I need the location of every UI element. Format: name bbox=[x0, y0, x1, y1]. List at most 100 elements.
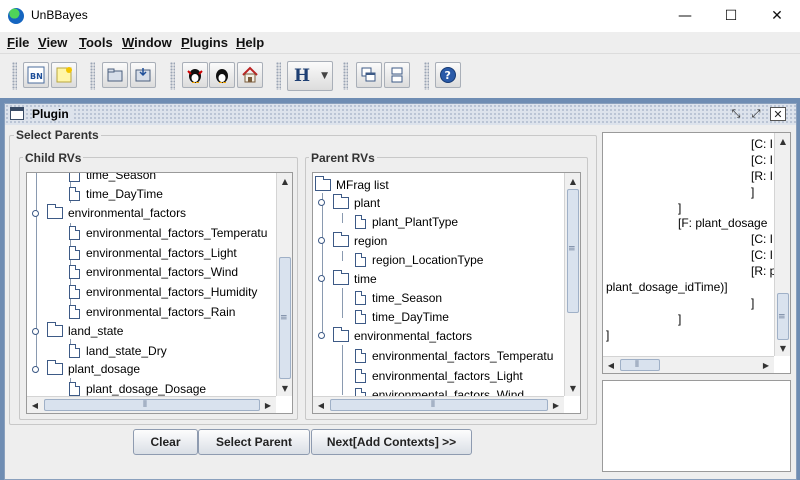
tree-item-label: time_Season bbox=[372, 290, 443, 305]
tree-item-label: environmental_factors_Light bbox=[372, 368, 523, 383]
menu-window[interactable]: Window bbox=[122, 35, 172, 50]
plugin-frame-titlebar[interactable] bbox=[5, 104, 796, 125]
new-note-icon bbox=[56, 67, 72, 83]
cascade-windows-button[interactable] bbox=[356, 62, 382, 88]
text-panel-hscrollbar[interactable]: ◀ ⦀ ▶ bbox=[603, 356, 774, 373]
frame-close-icon[interactable]: ✕ bbox=[770, 107, 786, 121]
tree-item[interactable]: environmental_factors_Humidity bbox=[69, 282, 257, 301]
tree-item[interactable]: environmental_factors_Temperatu bbox=[355, 346, 553, 365]
toolbar-grip[interactable] bbox=[424, 62, 429, 90]
scroll-right-icon[interactable]: ▶ bbox=[548, 397, 564, 413]
scroll-left-icon[interactable]: ◀ bbox=[603, 357, 619, 373]
h-dropdown-button[interactable]: H ▼ bbox=[287, 61, 333, 91]
tree-expand-handle-icon[interactable] bbox=[318, 332, 325, 339]
tree-item[interactable]: time_DayTime bbox=[69, 184, 163, 203]
tree-item[interactable]: time_Season bbox=[69, 173, 156, 184]
tree-expand-handle-icon[interactable] bbox=[318, 237, 325, 244]
open-file-button[interactable] bbox=[102, 62, 128, 88]
tree-item[interactable]: environmental_factors_Wind bbox=[69, 262, 238, 281]
tree-folder[interactable]: plant_dosage bbox=[47, 359, 140, 378]
tree-item[interactable]: environmental_factors_Temperatu bbox=[69, 223, 267, 242]
tree-item[interactable]: plant_PlantType bbox=[355, 212, 458, 231]
minimize-button[interactable]: — bbox=[662, 0, 708, 31]
scroll-thumb[interactable] bbox=[44, 399, 260, 411]
frame-iconify-icon[interactable]: ⤡ bbox=[728, 107, 744, 121]
tree-expand-handle-icon[interactable] bbox=[32, 366, 39, 373]
tree-folder[interactable]: environmental_factors bbox=[333, 326, 472, 345]
linux-penguin-button[interactable] bbox=[182, 62, 208, 88]
document-icon bbox=[69, 381, 80, 396]
tile-windows-icon bbox=[391, 67, 403, 83]
menu-file[interactable]: File bbox=[7, 35, 29, 50]
menu-tools[interactable]: Tools bbox=[79, 35, 113, 50]
tree-expand-handle-icon[interactable] bbox=[32, 210, 39, 217]
save-file-button[interactable] bbox=[130, 62, 156, 88]
scroll-down-icon[interactable]: ▼ bbox=[277, 380, 292, 396]
child-tree-vscrollbar[interactable]: ▲ ≡ ▼ bbox=[276, 173, 292, 396]
toolbar-grip[interactable] bbox=[276, 62, 281, 90]
child-rvs-tree[interactable]: time_Season time_DayTime environmental_f… bbox=[26, 172, 293, 414]
text-panel-vscrollbar[interactable]: ▲ ≡ ▼ bbox=[774, 133, 790, 356]
document-icon bbox=[69, 264, 80, 279]
tree-item[interactable]: environmental_factors_Light bbox=[69, 243, 237, 262]
menu-help[interactable]: Help bbox=[236, 35, 264, 50]
new-bn-button[interactable]: BN bbox=[23, 62, 49, 88]
tree-expand-handle-icon[interactable] bbox=[32, 328, 39, 335]
maximize-button[interactable]: ☐ bbox=[708, 0, 754, 31]
tree-item[interactable]: time_DayTime bbox=[355, 307, 449, 326]
frame-maximize-icon[interactable]: ⤢ bbox=[748, 107, 764, 121]
scroll-thumb[interactable] bbox=[620, 359, 660, 371]
mtheory-text-panel[interactable]: [C: I [C: I [R: I ] ] [F: plant_dosage [… bbox=[602, 132, 791, 374]
tree-item[interactable]: region_LocationType bbox=[355, 250, 483, 269]
tree-item-label: environmental_factors_Light bbox=[86, 245, 237, 260]
clear-button[interactable]: Clear bbox=[133, 429, 198, 455]
tree-line bbox=[342, 288, 343, 318]
penguin-button[interactable] bbox=[209, 62, 235, 88]
toolbar-grip[interactable] bbox=[90, 62, 95, 90]
tree-folder[interactable]: environmental_factors bbox=[47, 203, 186, 222]
tree-item-label: land_state_Dry bbox=[86, 343, 167, 358]
tree-folder[interactable]: region bbox=[333, 231, 387, 250]
scroll-up-icon[interactable]: ▲ bbox=[277, 173, 292, 189]
tree-item-label: environmental_factors_Wind bbox=[86, 264, 239, 279]
home-button[interactable] bbox=[237, 62, 263, 88]
details-panel[interactable] bbox=[602, 380, 791, 472]
parent-rvs-tree[interactable]: MFrag list plant plant_PlantType region … bbox=[312, 172, 581, 414]
scroll-thumb[interactable] bbox=[330, 399, 548, 411]
help-button[interactable]: ? bbox=[435, 62, 461, 88]
tree-item[interactable]: land_state_Dry bbox=[69, 341, 167, 360]
scroll-up-icon[interactable]: ▲ bbox=[775, 133, 790, 149]
scroll-right-icon[interactable]: ▶ bbox=[758, 357, 774, 373]
tree-item[interactable]: environmental_factors_Rain bbox=[69, 302, 235, 321]
new-note-button[interactable] bbox=[51, 62, 77, 88]
document-icon bbox=[69, 173, 80, 182]
parent-tree-hscrollbar[interactable]: ◀ ⦀ ▶ bbox=[313, 396, 564, 413]
tree-folder[interactable]: time bbox=[333, 269, 377, 288]
tree-expand-handle-icon[interactable] bbox=[318, 199, 325, 206]
select-parent-button[interactable]: Select Parent bbox=[198, 429, 310, 455]
tree-folder[interactable]: land_state bbox=[47, 321, 123, 340]
tree-item[interactable]: time_Season bbox=[355, 288, 442, 307]
menu-view[interactable]: View bbox=[38, 35, 67, 50]
toolbar-grip[interactable] bbox=[12, 62, 17, 90]
scroll-left-icon[interactable]: ◀ bbox=[27, 397, 43, 413]
tree-expand-handle-icon[interactable] bbox=[318, 275, 325, 282]
parent-tree-vscrollbar[interactable]: ▲ ≡ ▼ bbox=[564, 173, 580, 396]
scroll-up-icon[interactable]: ▲ bbox=[565, 173, 580, 189]
child-tree-hscrollbar[interactable]: ◀ ⦀ ▶ bbox=[27, 396, 276, 413]
scroll-left-icon[interactable]: ◀ bbox=[313, 397, 329, 413]
scroll-down-icon[interactable]: ▼ bbox=[775, 340, 790, 356]
menu-plugins[interactable]: Plugins bbox=[181, 35, 228, 50]
tree-item-label: plant_PlantType bbox=[372, 214, 459, 229]
scroll-right-icon[interactable]: ▶ bbox=[260, 397, 276, 413]
toolbar-grip[interactable] bbox=[170, 62, 175, 90]
tile-windows-button[interactable] bbox=[384, 62, 410, 88]
next-add-contexts-button[interactable]: Next[Add Contexts] >> bbox=[311, 429, 472, 455]
toolbar-grip[interactable] bbox=[343, 62, 348, 90]
tree-item[interactable]: environmental_factors_Light bbox=[355, 366, 523, 385]
tree-root[interactable]: MFrag list bbox=[315, 175, 389, 194]
scroll-down-icon[interactable]: ▼ bbox=[565, 380, 580, 396]
tree-folder[interactable]: plant bbox=[333, 193, 380, 212]
close-button[interactable]: ✕ bbox=[754, 0, 800, 31]
scroll-grip-icon: ⦀ bbox=[143, 400, 147, 410]
